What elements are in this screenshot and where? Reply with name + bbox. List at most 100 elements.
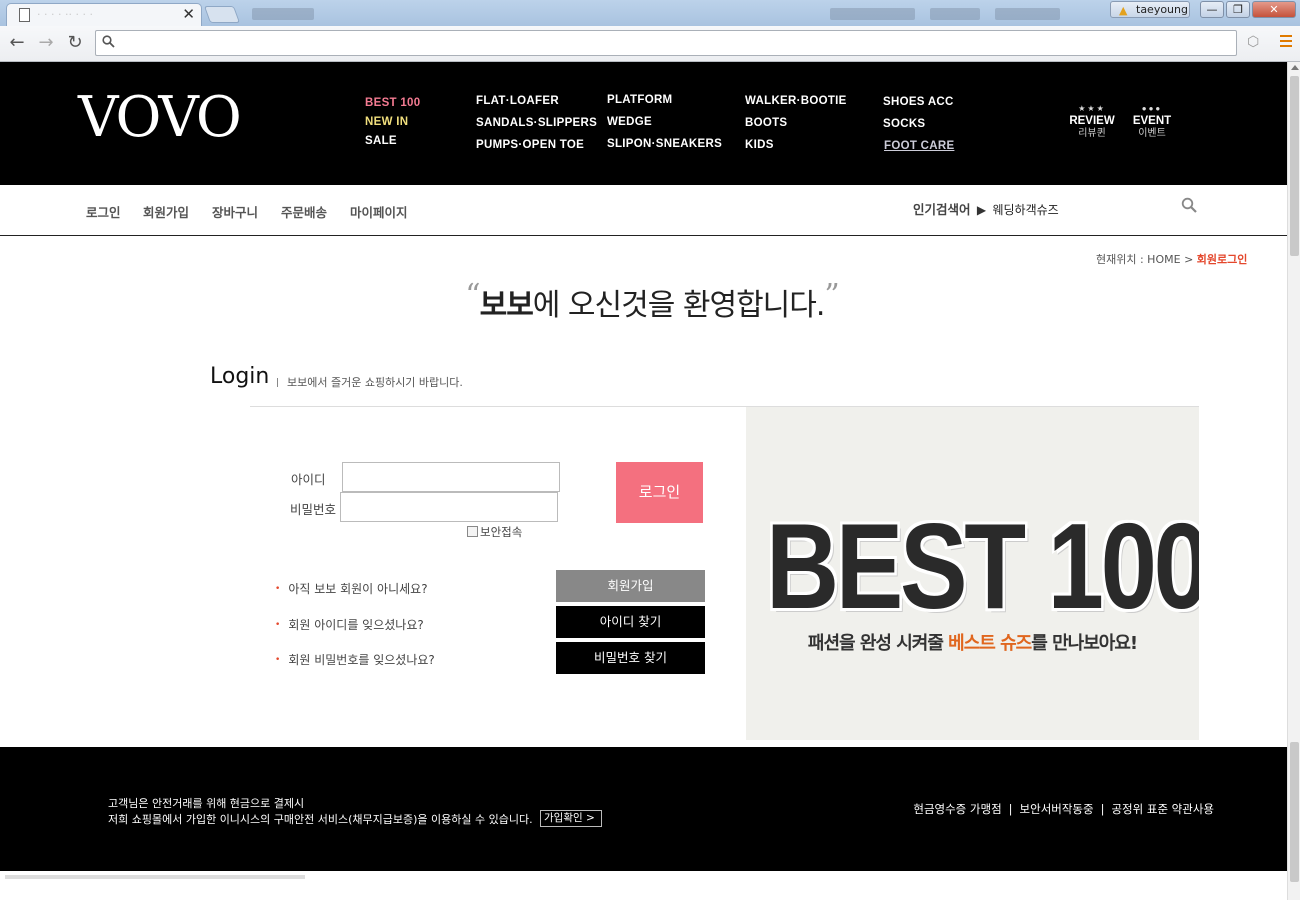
blurred-title-area <box>252 8 314 20</box>
popular-search-term[interactable]: 웨딩하객슈즈 <box>992 203 1058 217</box>
browser-tab[interactable]: · · · · ·· · · · ✕ <box>6 3 202 26</box>
new-tab-button[interactable] <box>203 6 241 23</box>
vertical-scrollbar[interactable] <box>1287 62 1300 900</box>
subnav-mypage[interactable]: 마이페이지 <box>350 202 408 221</box>
review-sublabel: 리뷰퀸 <box>1078 128 1106 139</box>
event-sublabel: 이벤트 <box>1138 128 1166 139</box>
join-check-button[interactable]: 가입확인 > <box>540 810 602 827</box>
browser-toolbar: ← → ↻ ⬡ <box>0 26 1300 62</box>
help-item: • 회원 비밀번호를 잊으셨나요? <box>275 651 435 668</box>
vovo-logo[interactable]: VOVO <box>78 90 242 146</box>
scrollbar-thumb[interactable] <box>1290 76 1299 256</box>
nav-best100[interactable]: BEST 100 <box>365 97 420 109</box>
reload-icon[interactable]: ↻ <box>64 32 86 53</box>
scroll-up-arrow-icon[interactable] <box>1291 65 1299 70</box>
horizontal-scrollbar[interactable] <box>5 875 305 879</box>
nav-foot-care[interactable]: FOOT CARE <box>884 140 954 152</box>
banner-caption-post: 를 만나보아요! <box>1031 633 1138 654</box>
nav-walker-bootie[interactable]: WALKER·BOOTIE <box>745 95 847 107</box>
nav-flat-loafer[interactable]: FLAT·LOAFER <box>476 95 559 107</box>
bullet-icon: • <box>275 584 281 594</box>
nav-socks[interactable]: SOCKS <box>883 118 925 130</box>
footer-links: 현금영수증 가맹점 | 보안서버작동중 | 공정위 표준 약관사용 <box>913 801 1214 817</box>
find-id-button[interactable]: 아이디 찾기 <box>556 606 705 638</box>
nav-shoes-acc[interactable]: SHOES ACC <box>883 96 954 108</box>
review-link[interactable]: ★★★ REVIEW 리뷰퀸 <box>1067 104 1117 140</box>
footer-link-terms[interactable]: 공정위 표준 약관사용 <box>1111 802 1214 816</box>
id-label: 아이디 <box>291 472 326 487</box>
banner-caption-highlight: 베스트 슈즈 <box>948 633 1032 654</box>
nav-pumps-open-toe[interactable]: PUMPS·OPEN TOE <box>476 139 584 151</box>
warning-icon: ▲ <box>1119 4 1128 17</box>
bullet-icon: • <box>275 620 281 630</box>
subnav-join[interactable]: 회원가입 <box>143 202 189 221</box>
menu-icon[interactable] <box>1280 35 1292 47</box>
nav-sandals-slippers[interactable]: SANDALS·SLIPPERS <box>476 117 597 129</box>
stars-icon: ★★★ <box>1078 104 1106 113</box>
nav-wedge[interactable]: WEDGE <box>607 116 652 128</box>
bullet-icon: • <box>275 655 281 665</box>
breadcrumb-sep: > <box>1184 253 1194 266</box>
play-arrow-icon: ▶ <box>976 203 987 217</box>
browser-titlebar: · · · · ·· · · · ✕ ▲ taeyoung — ❐ ✕ <box>0 0 1300 26</box>
secure-login-option[interactable]: 보안접속 <box>467 524 522 540</box>
tab-title: · · · · ·· · · · <box>37 8 93 21</box>
nav-kids[interactable]: KIDS <box>745 139 774 151</box>
nav-boots[interactable]: BOOTS <box>745 117 787 129</box>
help-text: 회원 비밀번호를 잊으셨나요? <box>288 653 435 667</box>
event-label: EVENT <box>1132 115 1172 127</box>
login-subtitle: 보보에서 즐거운 쇼핑하시기 바랍니다. <box>277 374 463 390</box>
breadcrumb-current: 회원로그인 <box>1196 253 1248 266</box>
popular-search-label: 인기검색어 <box>913 202 971 217</box>
sub-navigation: 로그인 회원가입 장바구니 주문배송 마이페이지 인기검색어 ▶ 웨딩하객슈즈 <box>0 185 1287 236</box>
extension-icon[interactable]: ⬡ <box>1247 34 1259 50</box>
site-footer: 고객님은 안전거래를 위해 현금으로 결제시 저희 쇼핑몰에서 가입한 이니시스… <box>0 747 1287 871</box>
footer-escrow-line1: 고객님은 안전거래를 위해 현금으로 결제시 <box>108 797 305 810</box>
nav-sale[interactable]: SALE <box>365 135 397 147</box>
subnav-login[interactable]: 로그인 <box>86 202 121 221</box>
forward-arrow-icon[interactable]: → <box>35 32 57 53</box>
profile-button[interactable]: ▲ taeyoung <box>1110 1 1190 18</box>
footer-link-receipt[interactable]: 현금영수증 가맹점 <box>913 802 1001 816</box>
breadcrumb-prefix: 현재위치 : HOME <box>1096 253 1181 266</box>
banner-caption-pre: 패션을 완성 시켜줄 <box>807 633 949 654</box>
page-icon <box>19 8 30 22</box>
open-quote: “ <box>465 278 480 313</box>
footer-link-secure-server[interactable]: 보안서버작동중 <box>1020 802 1094 816</box>
login-button[interactable]: 로그인 <box>616 462 703 523</box>
nav-new-in[interactable]: NEW IN <box>365 116 408 128</box>
back-arrow-icon[interactable]: ← <box>6 32 28 53</box>
minimize-button[interactable]: — <box>1200 1 1224 18</box>
banner-caption: 패션을 완성 시켜줄 베스트 슈즈를 만나보아요! <box>746 629 1199 655</box>
password-input[interactable] <box>340 492 558 522</box>
dots-icon: ●●● <box>1141 104 1163 113</box>
address-bar[interactable] <box>95 30 1237 56</box>
event-link[interactable]: ●●● EVENT 이벤트 <box>1129 104 1175 140</box>
restore-button[interactable]: ❐ <box>1226 1 1250 18</box>
search-icon[interactable] <box>1181 197 1197 213</box>
id-input[interactable] <box>342 462 560 492</box>
welcome-brand: 보보 <box>479 288 534 323</box>
nav-slipon-sneakers[interactable]: SLIPON·SNEAKERS <box>607 138 722 150</box>
close-quote: ” <box>824 278 839 313</box>
review-label: REVIEW <box>1069 115 1115 127</box>
site-header: VOVO BEST 100 NEW IN SALE FLAT·LOAFER SA… <box>0 62 1287 185</box>
breadcrumb: 현재위치 : HOME > 회원로그인 <box>1096 251 1247 267</box>
help-text: 회원 아이디를 잊으셨나요? <box>288 618 424 632</box>
popular-search: 인기검색어 ▶ 웨딩하객슈즈 <box>913 199 1059 218</box>
password-label: 비밀번호 <box>290 502 337 517</box>
join-button[interactable]: 회원가입 <box>556 570 705 602</box>
find-password-button[interactable]: 비밀번호 찾기 <box>556 642 705 674</box>
help-item: • 회원 아이디를 잊으셨나요? <box>275 616 424 633</box>
secure-login-checkbox[interactable] <box>467 526 478 537</box>
subnav-orders[interactable]: 주문배송 <box>281 202 327 221</box>
search-icon <box>102 35 115 51</box>
subnav-cart[interactable]: 장바구니 <box>212 202 258 221</box>
footer-sep: | <box>1008 802 1013 816</box>
footer-sep: | <box>1100 802 1105 816</box>
best100-banner[interactable]: BEST 100 패션을 완성 시켜줄 베스트 슈즈를 만나보아요! <box>746 407 1199 740</box>
scrollbar-track-shade <box>1290 742 1299 882</box>
close-window-button[interactable]: ✕ <box>1252 1 1296 18</box>
tab-close-icon[interactable]: ✕ <box>182 5 195 23</box>
nav-platform[interactable]: PLATFORM <box>607 94 672 106</box>
